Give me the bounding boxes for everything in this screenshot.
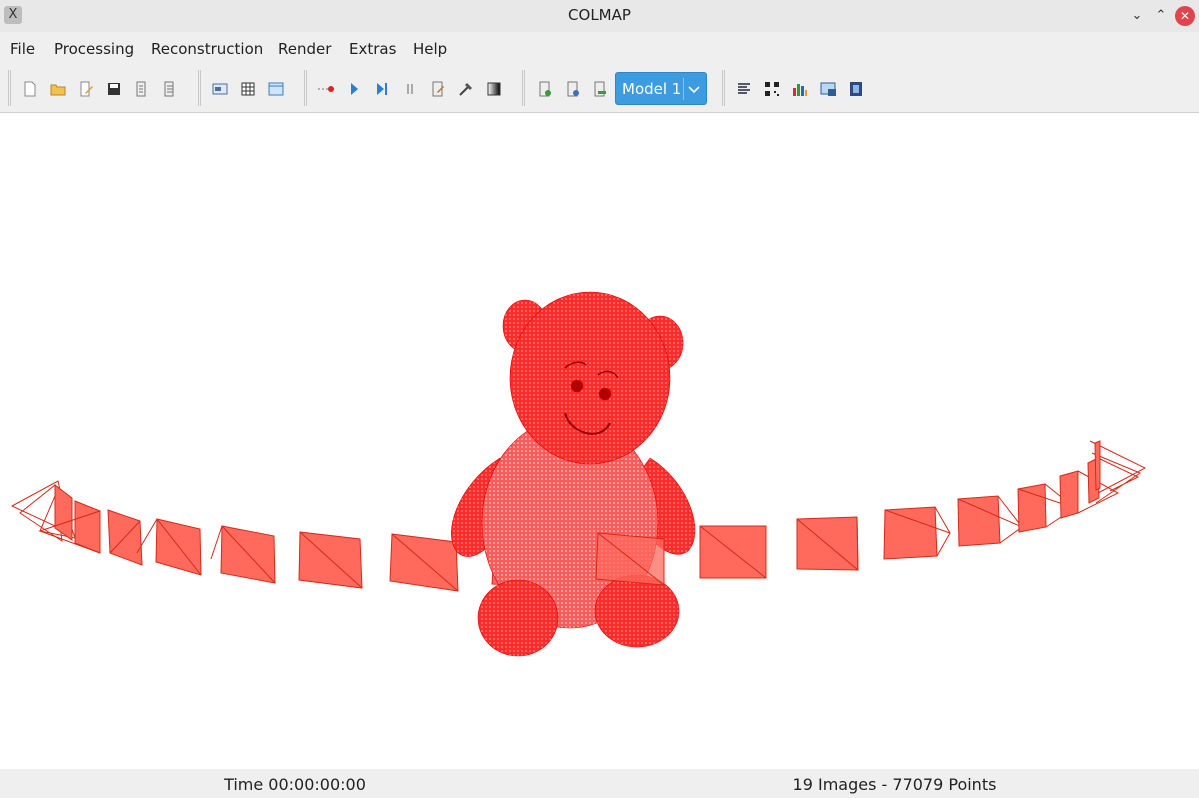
pause-reconstruction-icon[interactable]: [400, 79, 420, 99]
toolbar-separator: [522, 70, 525, 106]
close-button[interactable]: ✕: [1175, 6, 1195, 26]
status-bar: Time 00:00:00:00 19 Images - 77079 Point…: [0, 769, 1199, 798]
menu-processing[interactable]: Processing: [54, 40, 134, 58]
status-count: 19 Images - 77079 Points: [792, 775, 997, 794]
reconstruction-options-icon[interactable]: [428, 79, 448, 99]
database-icon[interactable]: [266, 79, 286, 99]
start-reconstruction-icon[interactable]: [344, 79, 364, 99]
minimize-button[interactable]: ⌄: [1127, 6, 1147, 26]
log-icon[interactable]: [734, 79, 754, 99]
dense-reconstruction-icon[interactable]: [484, 79, 504, 99]
model-delete-icon[interactable]: [590, 79, 610, 99]
menu-extras[interactable]: Extras: [349, 40, 396, 58]
auto-reconstruction-icon[interactable]: [316, 79, 336, 99]
model-import-icon[interactable]: [535, 79, 555, 99]
toolbar-separator: [722, 70, 725, 106]
maximize-button[interactable]: ⌃: [1151, 6, 1171, 26]
toolbar-separator: [304, 70, 307, 106]
camera-frustums: [699, 440, 1147, 579]
menu-reconstruction[interactable]: Reconstruction: [151, 40, 263, 58]
toolbar: Model 1 (: [0, 66, 1199, 113]
feature-matching-icon[interactable]: [238, 79, 258, 99]
menu-render[interactable]: Render: [278, 40, 331, 58]
feature-extraction-icon[interactable]: [210, 79, 230, 99]
toolbar-separator: [8, 70, 11, 106]
save-project-icon[interactable]: [104, 79, 124, 99]
status-time: Time 00:00:00:00: [224, 775, 366, 794]
new-project-icon[interactable]: [20, 79, 40, 99]
chevron-down-icon: [683, 78, 704, 100]
title-bar: X COLMAP ⌄ ⌃ ✕: [0, 0, 1199, 32]
render-options-icon[interactable]: [818, 79, 838, 99]
model-select-value: Model 1 (: [622, 80, 686, 98]
window-title: COLMAP: [568, 6, 631, 24]
viewport-canvas: [10, 291, 1147, 657]
bundle-adjustment-icon[interactable]: [456, 79, 476, 99]
export-icon[interactable]: [160, 79, 180, 99]
statistics-icon[interactable]: [790, 79, 810, 99]
toolbar-separator: [198, 70, 201, 106]
menu-bar: File Processing Reconstruction Render Ex…: [0, 32, 1199, 66]
open-project-icon[interactable]: [48, 79, 68, 99]
menu-help[interactable]: Help: [413, 40, 447, 58]
3d-viewport[interactable]: [0, 113, 1199, 769]
step-reconstruction-icon[interactable]: [372, 79, 392, 99]
movie-icon[interactable]: [846, 79, 866, 99]
grab-image-icon[interactable]: [762, 79, 782, 99]
edit-project-icon[interactable]: [76, 79, 96, 99]
model-export-icon[interactable]: [563, 79, 583, 99]
point-cloud-teddy-bear: [451, 291, 696, 657]
import-icon[interactable]: [132, 79, 152, 99]
menu-file[interactable]: File: [10, 40, 35, 58]
model-select[interactable]: Model 1 (: [615, 72, 707, 105]
